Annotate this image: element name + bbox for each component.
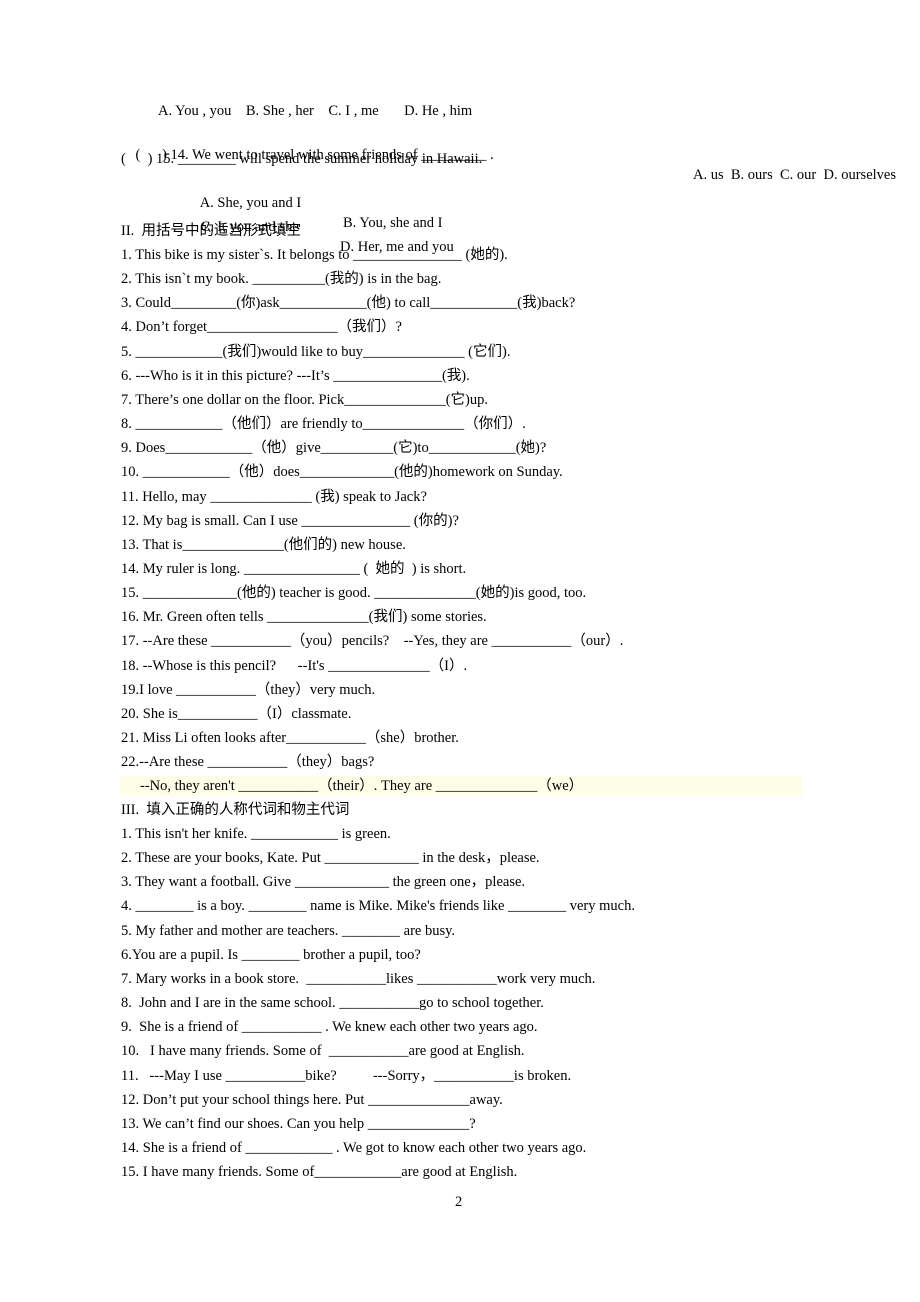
section2-item-14: 14. My ruler is long. ________________ (…: [121, 560, 467, 577]
section2-item-4: 4. Don’t forget__________________（我们）?: [121, 319, 402, 336]
section3-item-7: 7. Mary works in a book store. _________…: [121, 970, 596, 987]
section2-item-17: 17. --Are these ___________（you）pencils?…: [121, 633, 624, 650]
section3-item-5: 5. My father and mother are teachers. __…: [121, 922, 456, 939]
section2-item-13: 13. That is______________(他们的) new house…: [121, 536, 406, 553]
section2-item-7: 7. There’s one dollar on the floor. Pick…: [121, 391, 489, 408]
q15-options-row1: A. She, you and I B. You, she and I: [186, 173, 586, 231]
section3-item-13: 13. We can’t find our shoes. Can you hel…: [121, 1115, 476, 1132]
section3-item-1: 1. This isn't her knife. ____________ is…: [121, 826, 391, 842]
section3-item-4: 4. ________ is a boy. ________ name is M…: [121, 898, 635, 915]
section2-item-19: 19.I love ___________（they）very much.: [121, 681, 376, 698]
section3-item-8: 8. John and I are in the same school. __…: [121, 995, 544, 1012]
section3-heading: III. 填入正确的人称代词和物主代词: [121, 802, 350, 818]
q15-options-row2: C. I, you and she D. Her, me and you: [186, 197, 586, 255]
section2-heading: II. 用括号中的适当形式填空: [121, 223, 302, 239]
section3-item-6: 6.You are a pupil. Is ________ brother a…: [121, 946, 421, 963]
section2-item-16: 16. Mr. Green often tells ______________…: [121, 609, 487, 626]
section3-item-10: 10. I have many friends. Some of _______…: [121, 1043, 525, 1060]
section2-item-5: 5. ____________(我们)would like to buy____…: [121, 343, 511, 360]
section2-item-12: 12. My bag is small. Can I use _________…: [121, 512, 459, 529]
q14-question: ( ) 14. We went to travel with some frie…: [121, 125, 897, 183]
section2-item-9: 9. Does____________（他）give__________(它)t…: [121, 440, 547, 457]
q14-options: A. us B. ours C. our D. ourselves: [693, 167, 896, 183]
section2-item-1: 1. This bike is my sister`s. It belongs …: [121, 247, 508, 263]
section2-item-21: 21. Miss Li often looks after___________…: [121, 730, 459, 746]
section2-item-11: 11. Hello, may ______________ (我) speak …: [121, 488, 427, 505]
q13-options: A. You , you B. She , her C. I , me D. H…: [158, 103, 473, 119]
section2-item-18: 18. --Whose is this pencil? --It's _____…: [121, 657, 468, 674]
section3-item-2: 2. These are your books, Kate. Put _____…: [121, 850, 540, 867]
section2-item-20: 20. She is___________（I）classmate.: [121, 705, 352, 722]
section3-item-9: 9. She is a friend of ___________ . We k…: [121, 1019, 538, 1036]
section2-item-3: 3. Could_________(你)ask____________(他) t…: [121, 295, 576, 312]
section2-item-8: 8. ____________（他们）are friendly to______…: [121, 416, 526, 433]
section3-item-15: 15. I have many friends. Some of________…: [121, 1164, 518, 1181]
section3-item-14: 14. She is a friend of ____________ . We…: [121, 1139, 587, 1156]
section2-item-2: 2. This isn`t my book. __________(我的) is…: [121, 271, 442, 288]
q15-question: ( ) 15. ________ will spend the summer h…: [121, 151, 483, 167]
section2-item-22: 22.--Are these ___________（they）bags?: [121, 754, 375, 771]
section2-item-15: 15. _____________(他的) teacher is good. _…: [121, 585, 587, 602]
section3-item-3: 3. They want a football. Give __________…: [121, 874, 526, 891]
section2-item-6: 6. ---Who is it in this picture? ---It’s…: [121, 367, 470, 384]
section2-item22-reply: --No, they aren't ___________（their）. Th…: [120, 776, 802, 796]
section2-item-10: 10. ____________（他）does_____________(他的)…: [121, 464, 563, 481]
page-number: 2: [455, 1194, 463, 1210]
section3-item-11: 11. ---May I use ___________bike? ---Sor…: [121, 1067, 572, 1084]
section3-item-12: 12. Don’t put your school things here. P…: [121, 1091, 503, 1108]
